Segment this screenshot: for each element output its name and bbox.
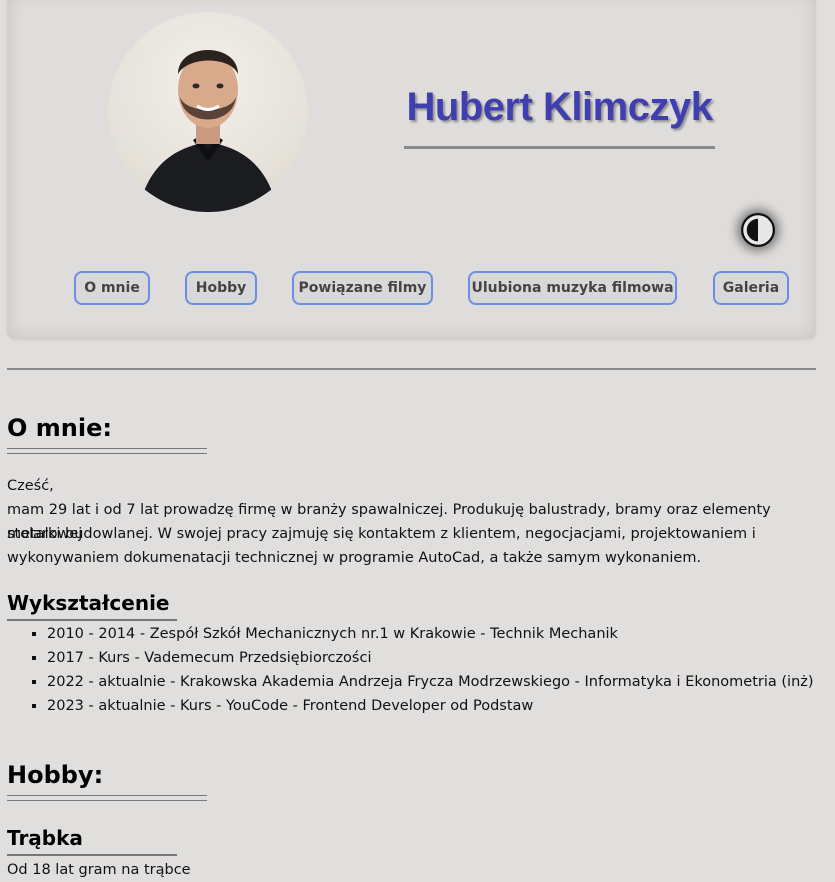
contrast-icon: [743, 215, 773, 245]
section-title-underline: [7, 795, 207, 801]
nav-button-ulubiona-muzyka[interactable]: Ulubiona muzyka filmowa: [468, 271, 677, 305]
theme-toggle-button[interactable]: [741, 213, 775, 247]
section-divider: [7, 368, 816, 370]
about-text-line: wykonywaniem dokumenatacji technicznej w…: [7, 550, 702, 566]
hobby-trumpet-underline: [7, 854, 177, 856]
nav-button-o-mnie[interactable]: O mnie: [74, 271, 150, 305]
about-text-line: stolarki budowlanej. W swojej pracy zajm…: [7, 526, 756, 542]
list-item: 2017 - Kurs - Vademecum Przedsiębiorczoś…: [47, 646, 814, 670]
profile-photo: [138, 50, 278, 212]
education-list: 2010 - 2014 - Zespół Szkół Mechanicznych…: [7, 622, 814, 718]
education-title-underline: [7, 619, 177, 621]
hobby-trumpet-title: Trąbka: [7, 826, 83, 850]
about-greeting: Cześć,: [7, 478, 54, 494]
list-item: 2022 - aktualnie - Krakowska Akademia An…: [47, 670, 814, 694]
avatar: [108, 12, 308, 212]
nav-button-galeria[interactable]: Galeria: [713, 271, 789, 305]
education-title: Wykształcenie: [7, 591, 170, 615]
list-item: 2010 - 2014 - Zespół Szkół Mechanicznych…: [47, 622, 814, 646]
hobby-trumpet-text: Od 18 lat gram na trąbce: [7, 862, 191, 878]
title-underline: [404, 146, 715, 149]
list-item: 2023 - aktualnie - Kurs - YouCode - Fron…: [47, 694, 814, 718]
section-title-about: O mnie:: [7, 414, 112, 442]
section-title-hobby: Hobby:: [7, 761, 104, 789]
section-title-underline: [7, 448, 207, 454]
page-title: Hubert Klimczyk: [406, 85, 713, 129]
nav-button-hobby[interactable]: Hobby: [185, 271, 257, 305]
nav-button-powiazane-filmy[interactable]: Powiązane filmy: [292, 271, 433, 305]
